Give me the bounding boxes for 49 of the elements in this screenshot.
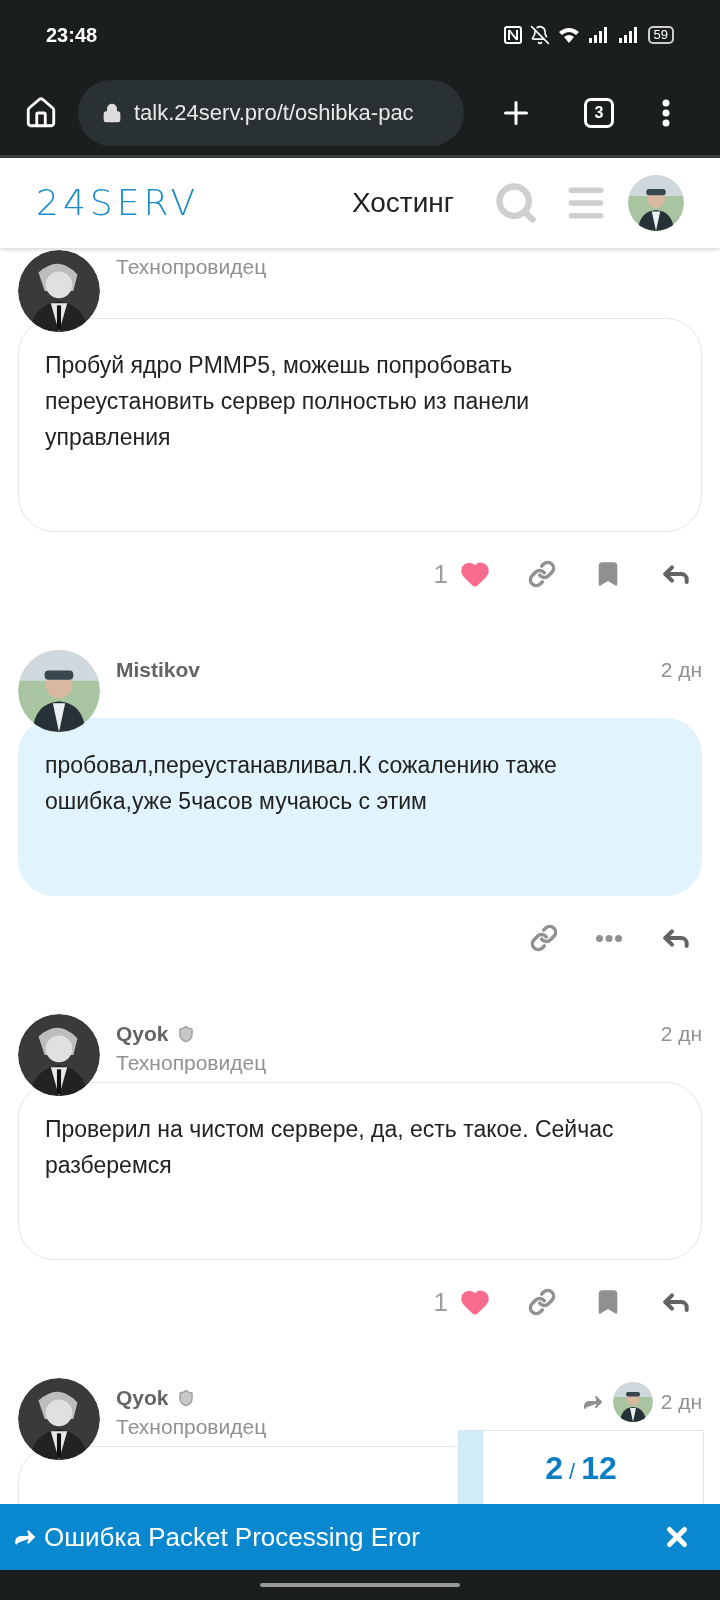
tab-count-button[interactable]: 3 (584, 97, 614, 128)
nav-link[interactable]: Хостинг (351, 182, 454, 224)
signal-icon (617, 26, 640, 44)
topic-banner[interactable]: Ошибка Packet Processing Eror (0, 1504, 720, 1570)
like-count: 1 (433, 1285, 448, 1319)
gesture-handle[interactable] (260, 1583, 460, 1587)
post-text: пробовал,переустанавливал.К сожалению таже ошибка,уже 5часов мучаюсь с этим (45, 751, 558, 816)
like-button[interactable]: 1 (425, 552, 498, 596)
kebab-menu-icon (662, 98, 670, 127)
user-title: Технопровидец (116, 254, 268, 280)
signal-icon (587, 26, 610, 44)
avatar[interactable] (18, 650, 100, 732)
mute-icon (529, 25, 550, 45)
link-icon (528, 1288, 556, 1316)
home-icon (24, 95, 58, 130)
nfc-icon (503, 26, 522, 44)
clock: 23:48 (46, 23, 98, 48)
author-name[interactable]: Qyok (116, 1018, 169, 1050)
progress-counter: 2 / 12 (545, 1448, 617, 1488)
post-date[interactable]: 2 дн (660, 1018, 702, 1050)
author-name[interactable]: Mistikov (116, 654, 201, 686)
lock-icon (102, 102, 122, 123)
avatar[interactable] (18, 1378, 100, 1460)
wifi-icon (557, 26, 580, 44)
avatar[interactable] (628, 175, 684, 231)
post-date[interactable]: 2 дн (660, 654, 702, 686)
menu-button[interactable] (662, 98, 670, 127)
topic-title: Ошибка Packet Processing Eror (44, 1520, 420, 1554)
site-logo[interactable]: 24SERV (36, 176, 200, 230)
address-bar[interactable]: talk.24serv.pro/t/oshibka-pac (78, 79, 464, 146)
url-text: talk.24serv.pro/t/oshibka-pac (134, 99, 414, 127)
home-button[interactable] (24, 95, 58, 130)
author-name[interactable]: Qyok (116, 1382, 169, 1414)
post-date[interactable]: 2 дн (660, 1386, 702, 1418)
user-title: Технопровидец (116, 1413, 268, 1440)
like-button[interactable]: 1 (425, 1280, 498, 1324)
link-icon (530, 924, 558, 952)
post-text: Пробуй ядро PMMP5, можешь попробовать переустановить сервер полностью из панели управления (45, 351, 531, 452)
post-text: Проверил на чистом сервере, да, есть такое. Сейчас разберемся (45, 1115, 615, 1180)
battery-indicator: 59 (647, 26, 674, 44)
user-title: Технопровидец (116, 1049, 268, 1076)
like-count: 1 (433, 557, 448, 591)
avatar[interactable] (612, 1382, 653, 1422)
ellipsis-icon (596, 934, 622, 942)
avatar[interactable] (18, 250, 100, 332)
avatar[interactable] (18, 1014, 100, 1096)
link-icon (528, 560, 556, 588)
search-icon (494, 181, 538, 225)
progress-widget[interactable]: 2 / 12 (458, 1430, 704, 1504)
